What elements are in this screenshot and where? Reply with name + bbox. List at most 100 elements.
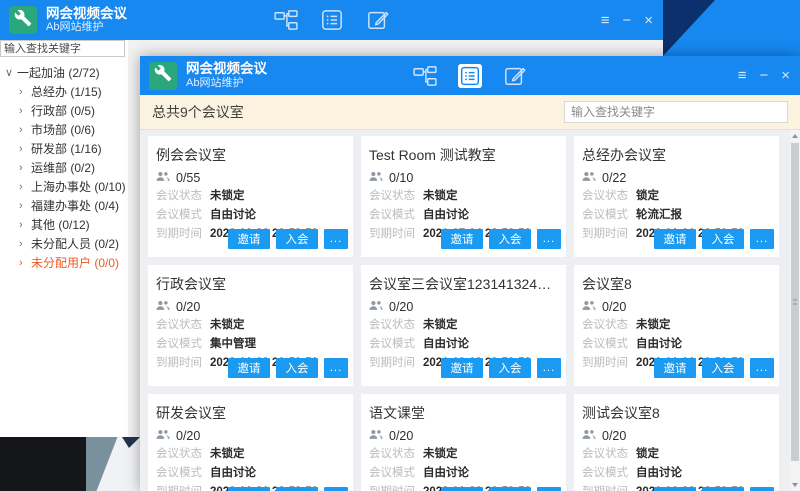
tree-item[interactable]: › 运维部 (0/2) xyxy=(0,158,128,177)
vertical-scrollbar[interactable] xyxy=(790,130,800,491)
invite-button[interactable]: 邀请 xyxy=(654,229,696,249)
tree-item[interactable]: ∨ 一起加油 (2/72) xyxy=(0,63,128,82)
tree-item[interactable]: › 福建办事处 (0/4) xyxy=(0,196,128,215)
room-search-input[interactable] xyxy=(564,101,788,123)
status-label: 会议状态 xyxy=(369,319,423,333)
more-button[interactable]: ... xyxy=(537,358,561,378)
chevron-right-icon[interactable]: › xyxy=(19,219,31,231)
sidebar-search-input[interactable] xyxy=(0,40,125,57)
join-button[interactable]: 入会 xyxy=(702,229,744,249)
minimize-button[interactable]: − xyxy=(622,13,631,28)
scroll-up-arrow-icon[interactable] xyxy=(790,130,800,142)
more-button[interactable]: ... xyxy=(537,229,561,249)
org-chart-icon[interactable] xyxy=(412,63,438,89)
room-status: 未锁定 xyxy=(423,190,458,204)
join-button[interactable]: 入会 xyxy=(276,487,318,491)
room-status: 未锁定 xyxy=(423,319,458,333)
room-status: 未锁定 xyxy=(210,190,245,204)
more-button[interactable]: ... xyxy=(750,487,774,491)
close-button[interactable]: × xyxy=(781,68,790,83)
more-button[interactable]: ... xyxy=(324,358,348,378)
chevron-right-icon[interactable]: › xyxy=(19,238,31,250)
join-button[interactable]: 入会 xyxy=(276,229,318,249)
chevron-right-icon[interactable]: › xyxy=(19,200,31,212)
tree-item[interactable]: › 总经办 (1/15) xyxy=(0,82,128,101)
people-icon xyxy=(582,429,596,443)
room-name: 行政会议室 xyxy=(156,274,345,294)
chevron-right-icon[interactable]: › xyxy=(19,257,31,269)
people-icon xyxy=(582,300,596,314)
room-card: 总经办会议室 0/22 会议状态 锁定 会议模式 轮流汇报 到期时间 2022-… xyxy=(574,136,779,257)
meeting-rooms-window: 网会视频会议 Ab网站维护 ≡ − × xyxy=(140,56,800,491)
room-status: 未锁定 xyxy=(210,448,245,462)
wrench-icon xyxy=(14,9,32,32)
room-mode: 自由讨论 xyxy=(210,467,256,481)
room-card: 会议室三会议室123141324141三会... 0/20 会议状态 未锁定 会… xyxy=(361,265,566,386)
more-button[interactable]: ... xyxy=(324,487,348,491)
chevron-down-icon[interactable]: ∨ xyxy=(5,66,17,79)
join-button[interactable]: 入会 xyxy=(489,358,531,378)
app-logo xyxy=(149,62,177,90)
edit-icon[interactable] xyxy=(365,7,391,33)
tree-item[interactable]: › 未分配用户 (0/0) xyxy=(0,253,128,272)
minimize-button[interactable]: − xyxy=(759,68,768,83)
scrollbar-thumb[interactable] xyxy=(791,143,799,461)
chevron-right-icon[interactable]: › xyxy=(19,162,31,174)
room-card: 测试会议室8 0/20 会议状态 锁定 会议模式 自由讨论 到期时间 2021-… xyxy=(574,394,779,491)
app-subtitle: Ab网站维护 xyxy=(46,21,127,34)
menu-button[interactable]: ≡ xyxy=(601,13,610,28)
invite-button[interactable]: 邀请 xyxy=(228,229,270,249)
wallpaper-black-block xyxy=(0,437,86,491)
room-card: 行政会议室 0/20 会议状态 未锁定 会议模式 集中管理 到期时间 2023-… xyxy=(148,265,353,386)
close-button[interactable]: × xyxy=(644,13,653,28)
room-count: 0/10 xyxy=(389,171,413,185)
tree-item[interactable]: › 上海办事处 (0/10) xyxy=(0,177,128,196)
tree-item[interactable]: › 其他 (0/12) xyxy=(0,215,128,234)
chevron-right-icon[interactable]: › xyxy=(19,124,31,136)
join-button[interactable]: 入会 xyxy=(489,487,531,491)
expire-label: 到期时间 xyxy=(369,486,423,491)
chevron-right-icon[interactable]: › xyxy=(19,105,31,117)
chevron-right-icon[interactable]: › xyxy=(19,143,31,155)
tree-item-label: 行政部 (0/5) xyxy=(31,102,95,119)
edit-icon[interactable] xyxy=(502,63,528,89)
chevron-right-icon[interactable]: › xyxy=(19,86,31,98)
menu-button[interactable]: ≡ xyxy=(738,68,747,83)
invite-button[interactable]: 邀请 xyxy=(228,487,270,491)
room-list-icon-active[interactable] xyxy=(458,64,482,88)
tree-item[interactable]: › 行政部 (0/5) xyxy=(0,101,128,120)
front-titlebar: 网会视频会议 Ab网站维护 ≡ − × xyxy=(140,56,800,95)
invite-button[interactable]: 邀请 xyxy=(654,487,696,491)
tree-item[interactable]: › 市场部 (0/6) xyxy=(0,120,128,139)
join-button[interactable]: 入会 xyxy=(702,358,744,378)
more-button[interactable]: ... xyxy=(324,229,348,249)
invite-button[interactable]: 邀请 xyxy=(441,487,483,491)
wallpaper-bottom-left xyxy=(0,437,140,491)
room-count: 0/20 xyxy=(602,429,626,443)
chevron-right-icon[interactable]: › xyxy=(19,181,31,193)
room-name: 测试会议室8 xyxy=(582,403,771,423)
scroll-down-arrow-icon[interactable] xyxy=(790,479,800,491)
room-card: 例会会议室 0/55 会议状态 未锁定 会议模式 自由讨论 到期时间 2028-… xyxy=(148,136,353,257)
expire-label: 到期时间 xyxy=(582,228,636,242)
mode-label: 会议模式 xyxy=(156,338,210,352)
more-button[interactable]: ... xyxy=(750,358,774,378)
more-button[interactable]: ... xyxy=(537,487,561,491)
people-icon xyxy=(156,171,170,185)
org-chart-icon[interactable] xyxy=(273,7,299,33)
invite-button[interactable]: 邀请 xyxy=(654,358,696,378)
expire-label: 到期时间 xyxy=(156,357,210,371)
tree-item[interactable]: › 研发部 (1/16) xyxy=(0,139,128,158)
tree-item-label: 一起加油 (2/72) xyxy=(17,64,100,81)
room-list-icon[interactable] xyxy=(319,7,345,33)
invite-button[interactable]: 邀请 xyxy=(441,358,483,378)
more-button[interactable]: ... xyxy=(750,229,774,249)
join-button[interactable]: 入会 xyxy=(489,229,531,249)
room-card: 会议室8 0/20 会议状态 未锁定 会议模式 自由讨论 到期时间 2022-0… xyxy=(574,265,779,386)
tree-item[interactable]: › 未分配人员 (0/2) xyxy=(0,234,128,253)
join-button[interactable]: 入会 xyxy=(702,487,744,491)
room-name: 例会会议室 xyxy=(156,145,345,165)
invite-button[interactable]: 邀请 xyxy=(441,229,483,249)
join-button[interactable]: 入会 xyxy=(276,358,318,378)
invite-button[interactable]: 邀请 xyxy=(228,358,270,378)
